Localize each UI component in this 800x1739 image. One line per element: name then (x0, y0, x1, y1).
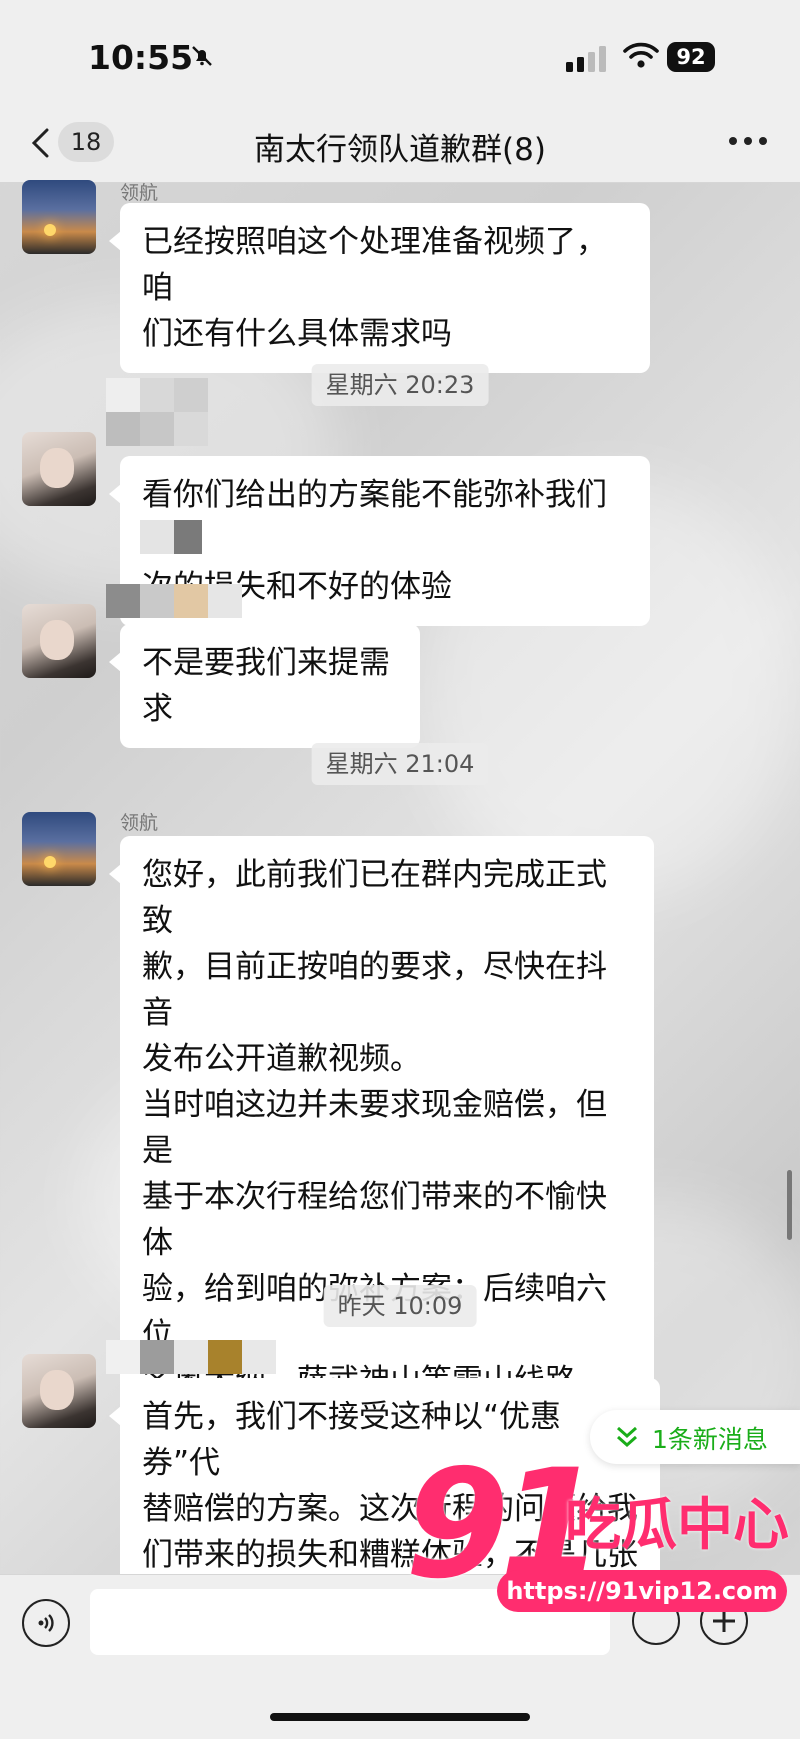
blurred-sender-name (106, 1340, 276, 1374)
message-bubble[interactable]: 已经按照咱这个处理准备视频了，咱 们还有什么具体需求吗 (109, 203, 650, 373)
timestamp: 星期六 20:23 (311, 364, 489, 406)
blurred-text-overlay (140, 520, 202, 554)
avatar[interactable] (22, 432, 96, 506)
chat-header: 18 南太行领队道歉群(8) (0, 110, 800, 183)
watermark-url: https://91vip12.com (497, 1570, 787, 1612)
sender-name: 领航 (120, 182, 159, 204)
watermark-text: 吃瓜中心 (565, 1493, 789, 1558)
status-bar: 10:55 92 (0, 0, 800, 110)
mute-bell-icon (192, 46, 212, 66)
voice-input-button[interactable] (22, 1599, 70, 1647)
blurred-sender-name (106, 378, 208, 412)
avatar[interactable] (22, 1354, 96, 1428)
chat-title: 南太行领队道歉群(8) (254, 132, 546, 168)
timestamp: 昨天 10:09 (323, 1285, 477, 1327)
message-bubble[interactable]: 不是要我们来提需求 (109, 624, 420, 748)
avatar[interactable] (22, 604, 96, 678)
scrollbar[interactable] (787, 1170, 792, 1240)
blurred-sender-name (106, 584, 242, 618)
voice-icon (38, 1614, 54, 1632)
blurred-sender-name (106, 412, 208, 446)
wifi-icon (623, 42, 659, 68)
home-indicator (270, 1713, 530, 1721)
battery-indicator: 92 (667, 42, 715, 72)
cellular-signal-icon (566, 46, 606, 72)
sender-name: 领航 (120, 812, 159, 834)
watermark-logo: 91 吃瓜中心 https://91vip12.com (405, 1440, 800, 1640)
avatar[interactable] (22, 180, 96, 254)
more-options-icon[interactable] (728, 136, 768, 146)
avatar[interactable] (22, 812, 96, 886)
clock: 10:55 (88, 38, 194, 77)
timestamp: 星期六 21:04 (311, 743, 489, 785)
